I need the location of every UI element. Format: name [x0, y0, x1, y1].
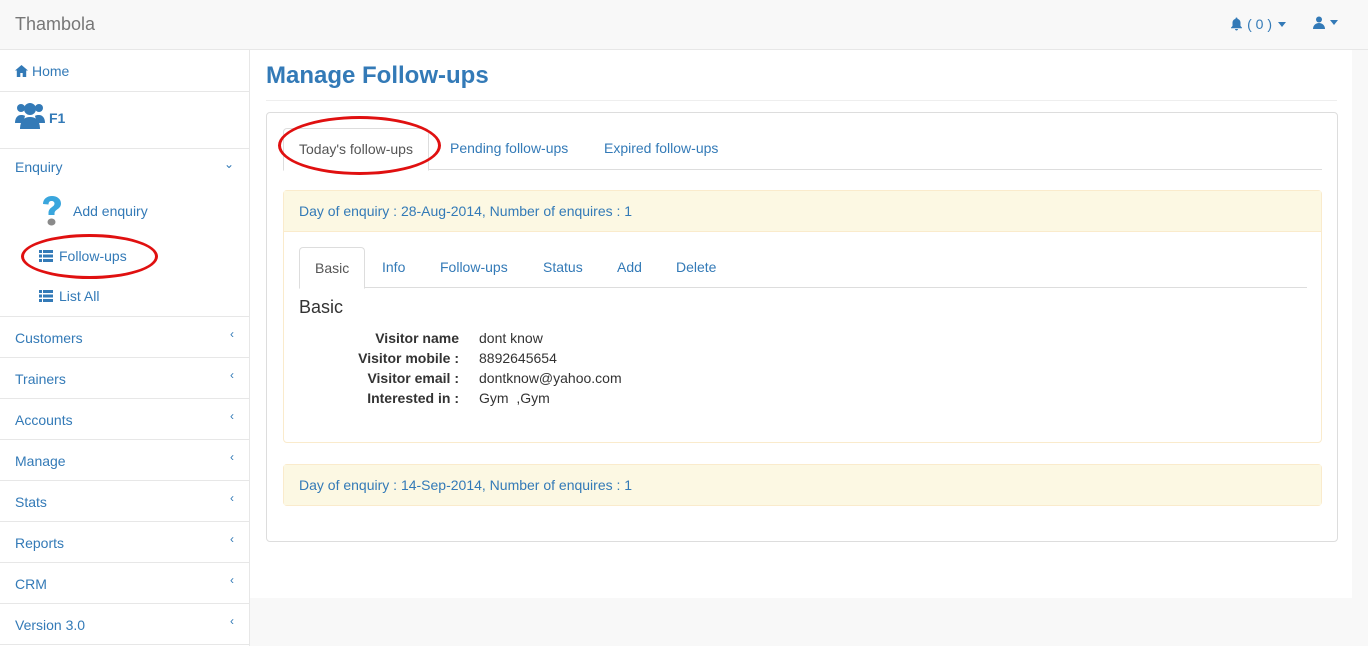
sidebar-item-trainers[interactable]: Trainers ‹ — [0, 358, 249, 399]
chevron-left-icon: ‹ — [230, 409, 234, 423]
sidebar-item-manage[interactable]: Manage ‹ — [0, 440, 249, 481]
detail-key: Interested in : — [367, 390, 459, 406]
section-title: Basic — [299, 297, 344, 317]
chevron-left-icon: ‹ — [230, 532, 234, 546]
sidebar-item-label: Stats — [15, 494, 47, 510]
sidebar-group-label: F1 — [49, 110, 66, 126]
caret-down-icon — [1278, 21, 1286, 27]
detail-value: dontknow@yahoo.com — [479, 370, 622, 386]
sidebar-item-crm[interactable]: CRM ‹ — [0, 563, 249, 604]
sidebar-item-version[interactable]: Version 3.0 ‹ — [0, 604, 249, 645]
chevron-down-icon: ⌄ — [223, 157, 234, 171]
detail-key: Visitor email : — [367, 370, 459, 386]
question-icon — [43, 196, 61, 226]
enquiry-group: Day of enquiry : 28-Aug-2014, Number of … — [283, 190, 1322, 443]
sidebar-item-enquiry[interactable]: Enquiry ⌄ Add enquiry Follow-ups List Al… — [0, 149, 249, 317]
sidebar-subitem-label: Follow-ups — [59, 248, 127, 264]
brand[interactable]: Thambola — [15, 14, 95, 35]
sidebar-item-label: Accounts — [15, 412, 73, 428]
list-icon — [39, 250, 53, 262]
detail-row: Interested in : — [299, 390, 459, 408]
notifications-dropdown[interactable]: ( 0 ) — [1230, 16, 1286, 32]
list-icon — [39, 290, 53, 302]
sidebar-item-stats[interactable]: Stats ‹ — [0, 481, 249, 522]
chevron-left-icon: ‹ — [230, 573, 234, 587]
tab-status[interactable]: Status — [528, 247, 598, 288]
bell-icon — [1231, 17, 1243, 31]
user-dropdown[interactable] — [1313, 16, 1338, 29]
caret-down-icon — [1330, 20, 1338, 25]
sidebar-item-label: Customers — [15, 330, 83, 346]
detail-value: dont know — [479, 330, 543, 346]
tab-basic[interactable]: Basic — [299, 247, 366, 289]
chevron-left-icon: ‹ — [230, 327, 234, 341]
sidebar-item-label: Version 3.0 — [15, 617, 86, 633]
top-navbar: Thambola ( 0 ) — [0, 0, 1368, 50]
users-icon — [15, 103, 45, 129]
sidebar-item-label: Manage — [15, 453, 66, 469]
tab-delete[interactable]: Delete — [661, 247, 731, 288]
enquiry-group: Day of enquiry : 14-Sep-2014, Number of … — [283, 464, 1322, 506]
detail-value: 8892645654 — [479, 350, 557, 366]
sidebar-item-label: Home — [32, 63, 70, 79]
page-title: Manage Follow-ups — [266, 62, 489, 89]
sidebar-subitem-label: Add enquiry — [73, 203, 148, 219]
tab-expired-followups[interactable]: Expired follow-ups — [589, 128, 733, 170]
enquiry-group-heading[interactable]: Day of enquiry : 28-Aug-2014, Number of … — [284, 191, 1321, 232]
detail-row: Visitor name — [299, 330, 459, 348]
divider — [266, 100, 1337, 101]
chevron-left-icon: ‹ — [230, 614, 234, 628]
sidebar-item-accounts[interactable]: Accounts ‹ — [0, 399, 249, 440]
sidebar-subitem-list-all[interactable]: List All — [39, 288, 99, 304]
chevron-left-icon: ‹ — [230, 491, 234, 505]
sidebar-item-label: Reports — [15, 535, 65, 551]
enquiry-detail-tabs: Basic Info Follow-ups Status Add Delete — [299, 247, 1307, 289]
enquiry-group-heading[interactable]: Day of enquiry : 14-Sep-2014, Number of … — [284, 465, 1321, 505]
detail-value: Gym ,Gym — [479, 390, 550, 406]
user-icon — [1313, 16, 1325, 29]
detail-key: Visitor mobile : — [358, 350, 459, 366]
tab-follow-ups[interactable]: Follow-ups — [425, 247, 523, 288]
tab-pending-followups[interactable]: Pending follow-ups — [435, 128, 583, 170]
sidebar-subitem-add-enquiry[interactable]: Add enquiry — [37, 195, 148, 227]
chevron-left-icon: ‹ — [230, 450, 234, 464]
sidebar-subitem-follow-ups[interactable]: Follow-ups — [39, 248, 127, 264]
notification-count: ( 0 ) — [1247, 16, 1272, 32]
sidebar: Home F1 Enquiry ⌄ Add enquiry Follow-ups… — [0, 50, 250, 646]
sidebar-group-f1: F1 — [0, 92, 249, 149]
sidebar-subitem-label: List All — [59, 288, 100, 304]
followups-panel: Today's follow-ups Pending follow-ups Ex… — [266, 112, 1338, 542]
sidebar-item-label: Enquiry — [15, 159, 63, 175]
tab-add[interactable]: Add — [602, 247, 657, 288]
detail-row: Visitor email : — [299, 370, 459, 388]
sidebar-item-reports[interactable]: Reports ‹ — [0, 522, 249, 563]
sidebar-item-customers[interactable]: Customers ‹ — [0, 317, 249, 358]
main-content: Manage Follow-ups Today's follow-ups Pen… — [250, 50, 1352, 598]
home-icon — [15, 65, 28, 77]
chevron-left-icon: ‹ — [230, 368, 234, 382]
detail-row: Visitor mobile : — [299, 350, 459, 368]
detail-key: Visitor name — [375, 330, 459, 346]
sidebar-item-label: CRM — [15, 576, 47, 592]
sidebar-item-home[interactable]: Home — [0, 50, 249, 92]
followup-tabs: Today's follow-ups Pending follow-ups Ex… — [283, 128, 1322, 171]
tab-info[interactable]: Info — [367, 247, 420, 288]
sidebar-item-label: Trainers — [15, 371, 66, 387]
tab-todays-followups[interactable]: Today's follow-ups — [283, 128, 429, 171]
